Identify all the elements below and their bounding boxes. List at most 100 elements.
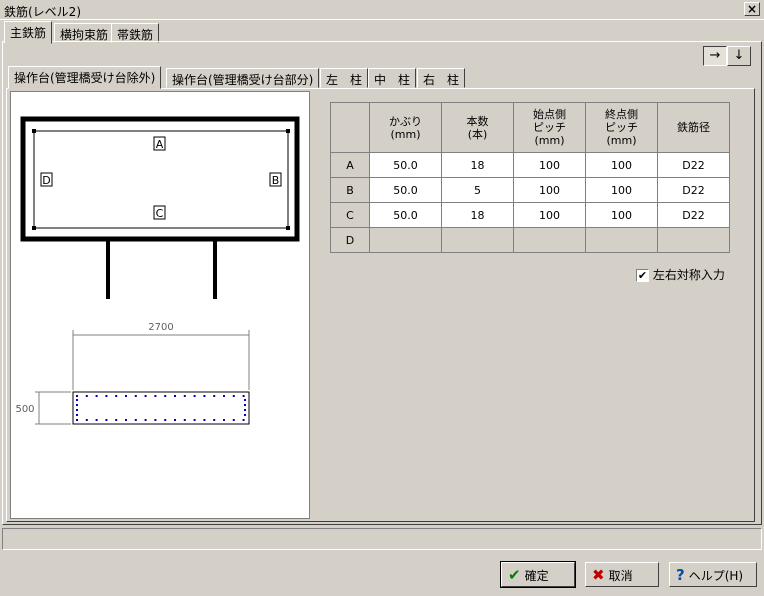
rebar-dot [115,395,118,397]
rebar-dot [76,419,78,421]
rebar-dot [154,419,157,421]
section-outline [72,391,250,425]
table-cell[interactable]: 100 [513,177,586,203]
tab-main-rebar[interactable]: 主鉄筋 [4,21,53,44]
tab-hoop[interactable]: 帯鉄筋 [111,23,160,43]
rebar-dot [183,395,186,397]
table-cell[interactable] [585,227,658,253]
rebar-dot [223,395,225,397]
row-label: C [330,202,370,228]
rebar-dot [193,419,196,421]
dim-width-label: 2700 [148,322,173,333]
check-icon: ✔ [508,566,521,584]
rebar-dot [244,399,246,401]
status-bar [2,528,762,550]
table-cell[interactable]: 18 [441,152,514,178]
table-cell[interactable]: D22 [657,177,730,203]
table-cell[interactable]: 100 [585,177,658,203]
cancel-button[interactable]: ✖ 取消 [585,562,659,587]
rebar-dot [144,419,147,421]
rebar-dot [76,404,78,406]
rebar-dot [85,419,88,421]
window-title: 鉄筋(レベル2) [4,5,81,19]
rebar-dot [223,419,225,421]
row-label: D [330,227,370,253]
table-cell[interactable]: 100 [513,202,586,228]
question-icon: ? [676,566,685,584]
help-button[interactable]: ? ヘルプ(H) [669,562,757,587]
close-button[interactable]: × [744,2,760,16]
table-row: A 50.0 18 100 100 D22 [330,152,730,178]
table-cell[interactable] [657,227,730,253]
direction-right-button[interactable]: → [703,46,727,66]
rebar-dot [244,414,246,416]
rebar-dot [134,419,137,421]
table-cell[interactable] [441,227,514,253]
rebar-dot [76,395,78,397]
rebar-table: かぶり (mm) 本数 (本) 始点側 ピッチ (mm) 終点側 ピッチ (mm… [330,102,730,253]
rebar-dots [76,395,246,421]
rebar-dot [193,395,196,397]
tab-lateral-tie[interactable]: 横拘束筋 [54,23,115,43]
label-c: C [156,207,164,220]
rebar-dot [203,395,206,397]
rebar-diagram: A B C D 2700 500 [10,91,310,519]
ok-button-label: 確定 [524,569,549,583]
rebar-dot [76,409,78,411]
rebar-dot [85,395,88,397]
table-cell[interactable]: 100 [585,152,658,178]
dialog-window: 鉄筋(レベル2) × 主鉄筋 横拘束筋 帯鉄筋 → ↓ 操作台(管理橋受け台除外… [0,0,764,596]
table-row: D [330,227,730,253]
tab-platform-section[interactable]: 操作台(管理橋受け台部分) [166,68,320,88]
table-cell[interactable]: 100 [585,202,658,228]
label-b: B [272,174,280,187]
tab-left-column[interactable]: 左 柱 [320,68,369,88]
table-cell[interactable]: D22 [657,202,730,228]
table-cell[interactable]: 5 [441,177,514,203]
rebar-dot [183,419,186,421]
table-cell[interactable]: 50.0 [369,152,442,178]
table-cell[interactable]: D22 [657,152,730,178]
right-leg [213,241,217,299]
header-count: 本数 (本) [441,102,514,153]
rebar-dot [203,419,206,421]
row-label: B [330,177,370,203]
rebar-dot [154,395,157,397]
cancel-button-label: 取消 [608,569,633,583]
rebar-dot [144,395,147,397]
rebar-dot [244,409,246,411]
symmetric-checkbox-label: 左右対称入力 [652,268,725,282]
dim-height-label: 500 [15,404,34,415]
rebar-dot [174,395,176,397]
tab-right-column[interactable]: 右 柱 [417,68,466,88]
rebar-dot [164,395,167,397]
tab-center-column[interactable]: 中 柱 [368,68,417,88]
tab-platform-excluding[interactable]: 操作台(管理橋受け台除外) [8,66,162,89]
rebar-dot [76,399,78,401]
symmetric-input-option[interactable]: ✔ 左右対称入力 [636,266,725,283]
rebar-dot [105,419,108,421]
table-cell[interactable] [369,227,442,253]
table-cell[interactable]: 18 [441,202,514,228]
rebar-dot [232,395,235,397]
table-cell[interactable] [513,227,586,253]
table-row: C 50.0 18 100 100 D22 [330,202,730,228]
rebar-dot [115,419,118,421]
header-corner [330,102,370,153]
rebar-dot [76,414,78,416]
table-cell[interactable]: 50.0 [369,177,442,203]
table-cell[interactable]: 50.0 [369,202,442,228]
ok-button[interactable]: ✔ 確定 [500,561,576,588]
header-diameter: 鉄筋径 [657,102,730,153]
header-cover: かぶり (mm) [369,102,442,153]
title-bar: 鉄筋(レベル2) × [0,0,764,20]
symmetric-checkbox[interactable]: ✔ [636,269,649,282]
header-start-pitch: 始点側 ピッチ (mm) [513,102,586,153]
table-header-row: かぶり (mm) 本数 (本) 始点側 ピッチ (mm) 終点側 ピッチ (mm… [330,102,730,153]
x-icon: ✖ [592,566,605,584]
row-label: A [330,152,370,178]
rebar-dot [213,395,216,397]
table-cell[interactable]: 100 [513,152,586,178]
rebar-dot [134,395,137,397]
direction-down-button[interactable]: ↓ [727,46,751,66]
